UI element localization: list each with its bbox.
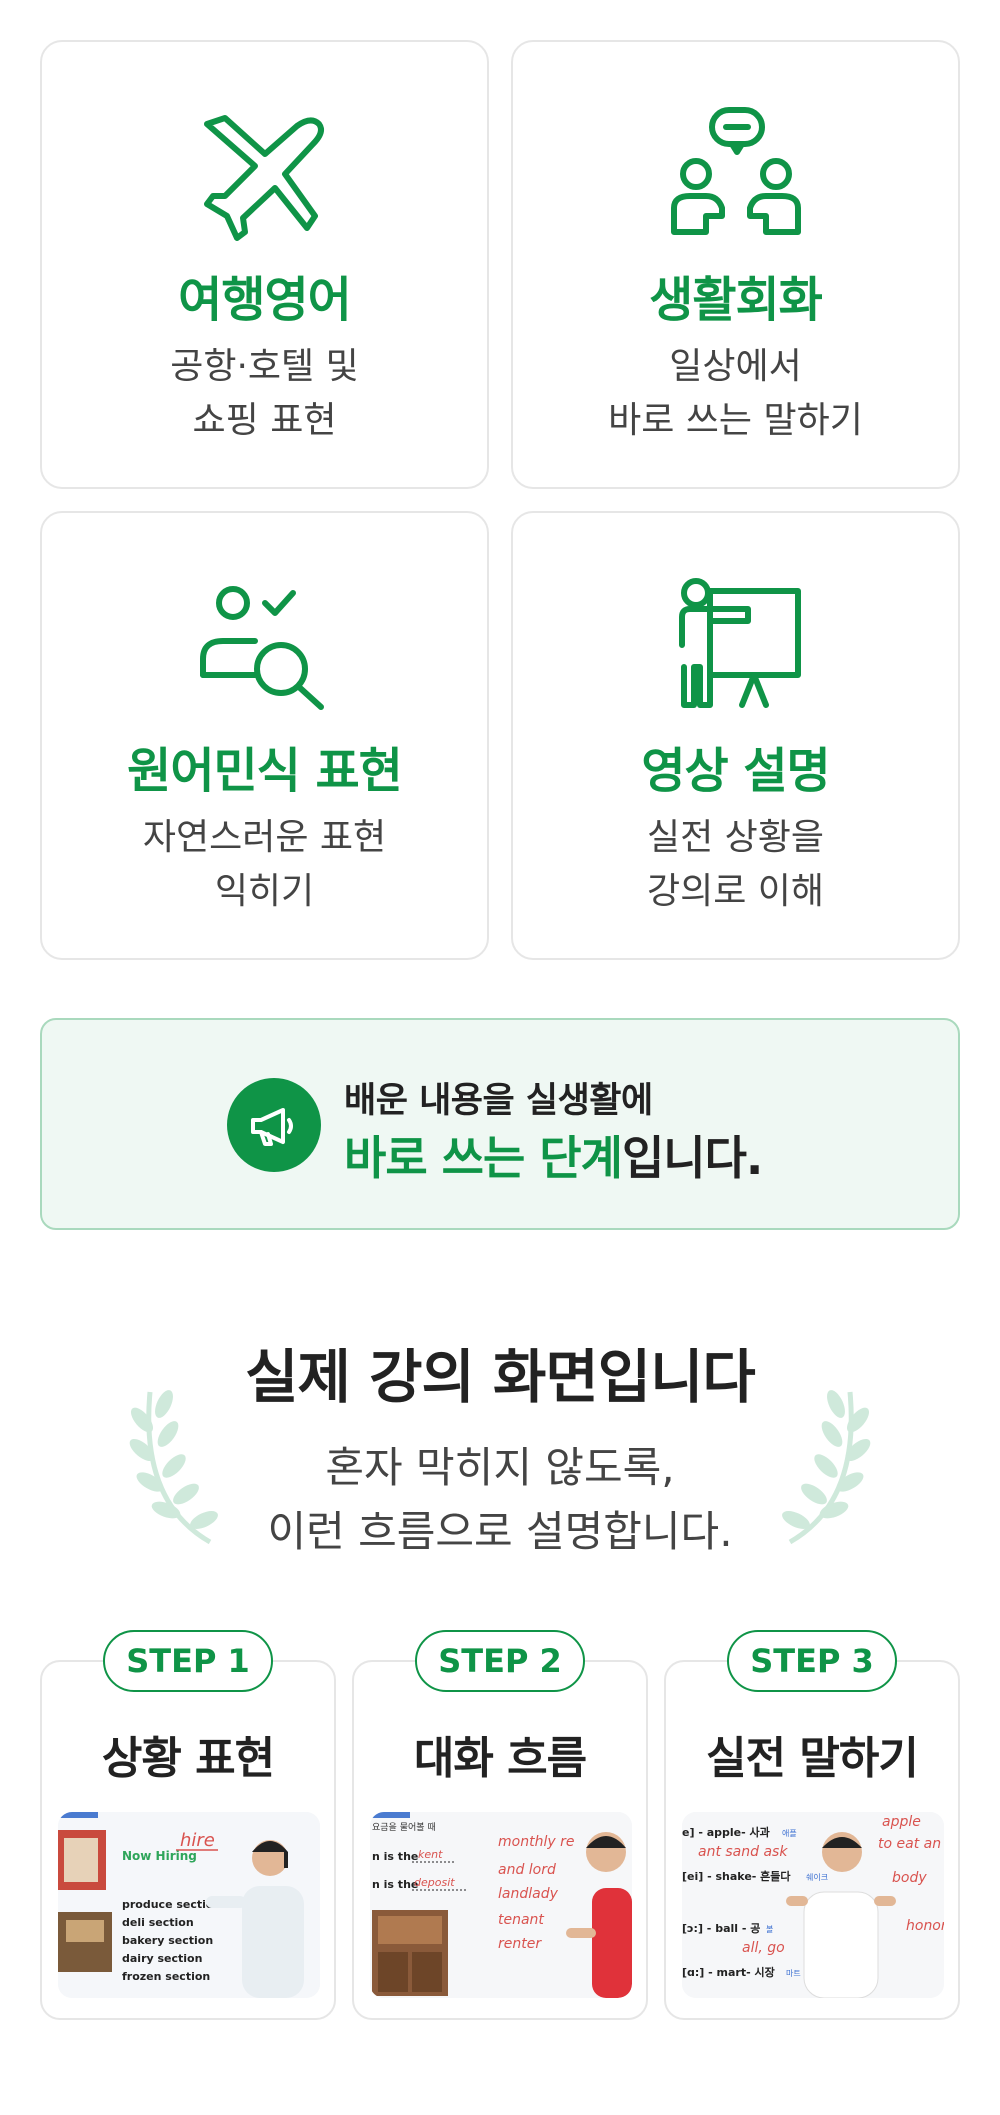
board-word: hire — [180, 1830, 215, 1851]
svg-text:[ei] - shake- 흔들다: [ei] - shake- 흔들다 — [682, 1869, 791, 1883]
svg-text:deli section: deli section — [122, 1916, 194, 1929]
step-pill: STEP 1 — [103, 1630, 273, 1692]
feature-card-travel[interactable]: 여행영어 공항·호텔 및 쇼핑 표현 — [40, 40, 489, 489]
svg-text:bakery section: bakery section — [122, 1934, 213, 1947]
step-card-2[interactable]: STEP 2 대화 흐름 요금을 물어볼 때 n is the n is the… — [352, 1630, 648, 2020]
svg-text:monthly re: monthly re — [498, 1834, 574, 1850]
presenter-board-icon — [678, 578, 801, 708]
svg-text:kent: kent — [418, 1848, 443, 1861]
svg-text:쉐이크: 쉐이크 — [806, 1872, 828, 1882]
lecture-video-still: hire Now Hiring produce section deli sec… — [58, 1812, 320, 1998]
svg-text:to eat an: to eat an — [878, 1836, 941, 1852]
feature-card-native[interactable]: 원어민식 표현 자연스러운 표현 익히기 — [40, 511, 489, 960]
step-title: 상황 표현 — [101, 1733, 275, 1784]
svg-text:tenant: tenant — [498, 1912, 544, 1928]
svg-text:honor: honor — [906, 1918, 944, 1934]
feature-title: 영상 설명 — [641, 743, 830, 799]
feature-title: 여행영어 — [178, 272, 352, 328]
slide-heading: Now Hiring — [122, 1849, 197, 1863]
svg-text:deposit: deposit — [414, 1876, 455, 1889]
banner-line1: 배운 내용을 실생활에 — [344, 1081, 653, 1121]
lecture-heading: 실제 강의 화면입니다 — [245, 1343, 756, 1411]
svg-text:body: body — [892, 1870, 927, 1886]
svg-text:frozen section: frozen section — [122, 1970, 210, 1983]
svg-text:renter: renter — [498, 1936, 542, 1952]
svg-text:볼: 볼 — [766, 1924, 773, 1934]
step-card-3[interactable]: STEP 3 실전 말하기 e] - apple- 사과 [ei] - shak… — [664, 1630, 960, 2020]
feature-card-video[interactable]: 영상 설명 실전 상황을 강의로 이해 — [511, 511, 960, 960]
svg-text:all, go: all, go — [742, 1940, 785, 1956]
svg-text:n is the: n is the — [372, 1850, 418, 1863]
feature-title: 생활회화 — [649, 272, 823, 328]
step-title: 대화 흐름 — [413, 1733, 587, 1784]
lecture-video-still: 요금을 물어볼 때 n is the n is the kent deposit… — [370, 1812, 632, 1998]
svg-text:애플: 애플 — [782, 1829, 797, 1838]
feature-desc: 자연스러운 표현 익히기 — [142, 817, 387, 912]
step-card-1[interactable]: STEP 1 상황 표현 hire Now Hiring produce sec… — [40, 1630, 336, 2020]
lecture-section-header: 실제 강의 화면입니다 혼자 막히지 않도록, 이런 흐름으로 설명합니다. — [0, 1330, 1000, 1564]
feature-desc: 실전 상황을 강의로 이해 — [646, 817, 825, 912]
megaphone-icon — [251, 1108, 293, 1146]
svg-text:ant sand ask: ant sand ask — [698, 1844, 788, 1860]
lecture-subtext: 혼자 막히지 않도록, 이런 흐름으로 설명합니다. — [267, 1443, 733, 1556]
feature-desc: 공항·호텔 및 쇼핑 표현 — [170, 346, 359, 441]
feature-title: 원어민식 표현 — [127, 743, 403, 799]
banner-highlight: 바로 쓰는 단계 — [344, 1131, 623, 1185]
step-pill: STEP 3 — [727, 1630, 897, 1692]
svg-text:마트: 마트 — [786, 1969, 801, 1978]
feature-desc: 일상에서 바로 쓰는 말하기 — [608, 346, 863, 441]
airplane-icon — [203, 115, 324, 241]
feature-card-daily[interactable]: 생활회화 일상에서 바로 쓰는 말하기 — [511, 40, 960, 489]
step-thumbnail[interactable]: e] - apple- 사과 [ei] - shake- 흔들다 [ɔ:] - … — [682, 1812, 944, 1998]
svg-text:and lord: and lord — [498, 1862, 556, 1878]
svg-text:[ɔ:] - ball - 공: [ɔ:] - ball - 공 — [682, 1922, 760, 1935]
svg-text:dairy section: dairy section — [122, 1952, 202, 1965]
svg-text:n is the: n is the — [372, 1878, 418, 1891]
step-pill: STEP 2 — [415, 1630, 585, 1692]
conversation-people-icon — [670, 107, 801, 235]
svg-text:요금을 물어볼 때: 요금을 물어볼 때 — [372, 1822, 436, 1833]
svg-text:e] - apple- 사과: e] - apple- 사과 — [682, 1825, 770, 1839]
lecture-video-still: e] - apple- 사과 [ei] - shake- 흔들다 [ɔ:] - … — [682, 1812, 944, 1998]
practice-banner: 배운 내용을 실생활에 바로 쓰는 단계입니다. — [40, 1018, 960, 1230]
svg-text:[ɑ:] - mart- 시장: [ɑ:] - mart- 시장 — [682, 1965, 775, 1979]
banner-badge — [227, 1078, 321, 1172]
step-thumbnail[interactable]: hire Now Hiring produce section deli sec… — [58, 1812, 320, 1998]
svg-text:apple: apple — [882, 1814, 921, 1830]
step-title: 실전 말하기 — [706, 1733, 919, 1784]
banner-line2: 바로 쓰는 단계입니다. — [344, 1131, 763, 1185]
svg-text:landlady: landlady — [498, 1886, 559, 1902]
person-search-icon — [199, 586, 324, 710]
step-thumbnail[interactable]: 요금을 물어볼 때 n is the n is the kent deposit… — [370, 1812, 632, 1998]
